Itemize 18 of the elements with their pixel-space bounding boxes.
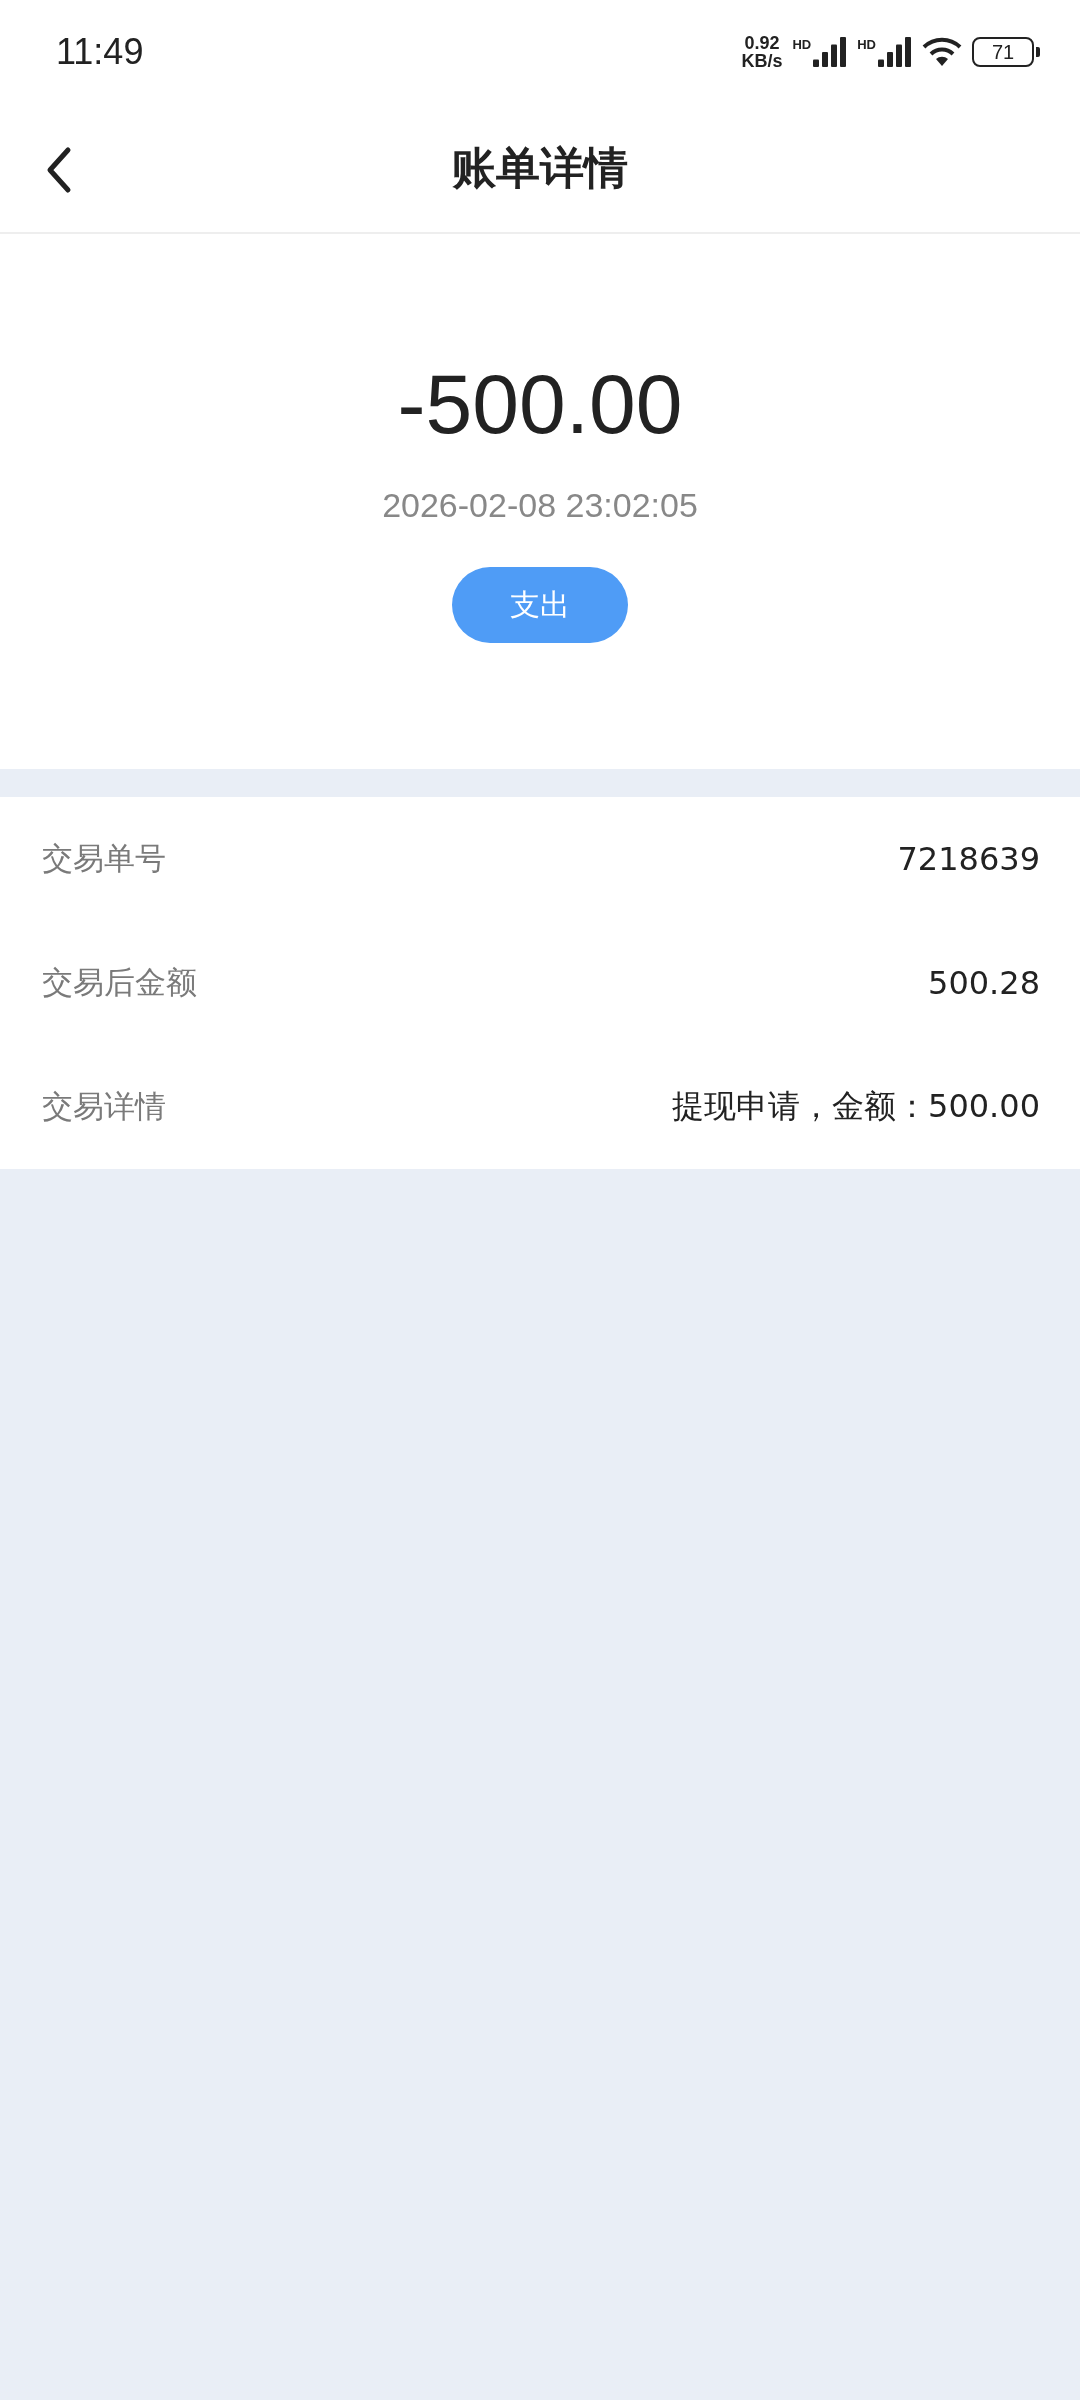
network-speed: 0.92 xyxy=(744,34,780,52)
amount: -500.00 xyxy=(397,362,683,446)
signal-icon xyxy=(878,37,912,67)
detail-label: 交易单号 xyxy=(42,839,166,878)
status-time: 11:49 xyxy=(56,31,144,73)
detail-label: 交易后金额 xyxy=(42,963,197,1002)
network-speed-unit: KB/s xyxy=(741,52,783,70)
page-title: 账单详情 xyxy=(452,140,628,195)
transaction-time: 2026-02-08 23:02:05 xyxy=(382,486,698,525)
network-type: HD xyxy=(857,37,876,52)
detail-value: 7218639 xyxy=(897,840,1040,878)
detail-value: 500.28 xyxy=(928,964,1040,1002)
type-badge: 支出 xyxy=(452,567,628,643)
network-type: HD xyxy=(792,37,812,52)
detail-label: 交易详情 xyxy=(42,1087,166,1126)
detail-value: 提现申请，金额：500.00 xyxy=(672,1086,1040,1127)
wifi-icon xyxy=(922,37,962,67)
signal-icon xyxy=(813,37,848,67)
